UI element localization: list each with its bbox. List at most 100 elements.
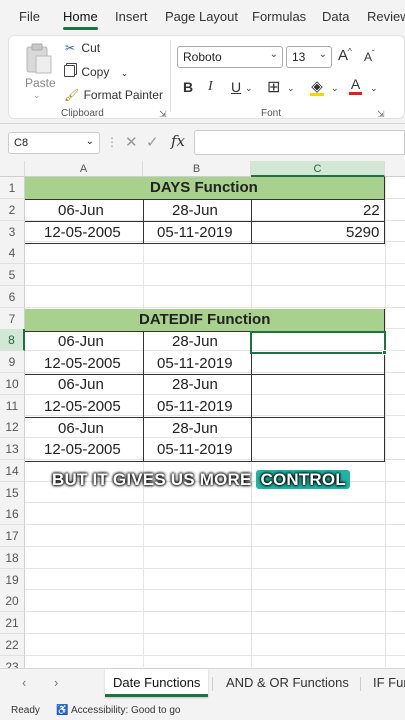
- cell-b13[interactable]: 05-11-2019: [157, 441, 233, 458]
- cell-b2[interactable]: 28-Jun: [172, 202, 218, 219]
- cell-a10[interactable]: 06-Jun: [58, 376, 104, 393]
- grow-font-button[interactable]: A^: [338, 47, 352, 64]
- row-header-3[interactable]: 3: [0, 221, 25, 243]
- sheet-tab-date-functions[interactable]: Date Functions: [105, 669, 209, 697]
- row-header-6[interactable]: 6: [0, 286, 25, 308]
- row-header-19[interactable]: 19: [0, 569, 25, 591]
- column-header-b[interactable]: B: [143, 161, 251, 177]
- prev-sheet-icon[interactable]: ‹: [22, 675, 26, 690]
- active-cell-c8[interactable]: [250, 331, 386, 354]
- more-options-icon[interactable]: ⋮: [106, 135, 118, 149]
- row-header-5[interactable]: 5: [0, 264, 25, 286]
- tab-insert[interactable]: Insert: [115, 9, 148, 24]
- cell-b3[interactable]: 05-11-2019: [157, 224, 233, 241]
- paste-button[interactable]: Paste ⌄: [21, 40, 56, 100]
- copy-chevron-icon[interactable]: ⌄: [121, 68, 129, 78]
- row-header-8[interactable]: 8: [0, 329, 25, 351]
- cell-c3[interactable]: 5290: [346, 224, 379, 241]
- sheet-tab-and-or-functions[interactable]: AND & OR Functions: [226, 669, 349, 697]
- row-header-13[interactable]: 13: [0, 438, 25, 460]
- formula-input[interactable]: [194, 130, 405, 155]
- cancel-icon[interactable]: ✕: [125, 133, 138, 151]
- gridline: [25, 633, 405, 634]
- tab-formulas[interactable]: Formulas: [252, 9, 306, 24]
- row-header-1[interactable]: 1: [0, 177, 25, 199]
- row-header-7[interactable]: 7: [0, 308, 25, 330]
- shrink-font-button[interactable]: Aˇ: [364, 49, 375, 64]
- tab-data[interactable]: Data: [322, 9, 349, 24]
- row-header-2[interactable]: 2: [0, 199, 25, 221]
- name-box[interactable]: C8 ⌄: [8, 132, 100, 154]
- row-header-12[interactable]: 12: [0, 416, 25, 438]
- shrink-font-icon: A: [364, 50, 373, 64]
- row-header-15[interactable]: 15: [0, 482, 25, 504]
- cell-b10[interactable]: 28-Jun: [172, 376, 218, 393]
- row-header-14[interactable]: 14: [0, 460, 25, 482]
- caption-highlight: CONTROL: [256, 470, 350, 489]
- format-painter-button[interactable]: 🖌 Format Painter: [64, 88, 163, 102]
- tab-file[interactable]: File: [19, 9, 40, 24]
- status-bar: Ready ♿ Accessibility: Good to go: [0, 700, 405, 720]
- next-sheet-icon[interactable]: ›: [54, 675, 58, 690]
- tab-page-layout[interactable]: Page Layout: [165, 9, 238, 24]
- italic-button[interactable]: I: [208, 79, 213, 95]
- font-name-select[interactable]: Roboto ⌄: [177, 46, 283, 68]
- underline-button[interactable]: U: [231, 79, 241, 95]
- fill-handle[interactable]: [382, 350, 387, 355]
- accessibility-icon[interactable]: ♿: [56, 705, 68, 716]
- row-header-21[interactable]: 21: [0, 612, 25, 634]
- underline-chevron-icon[interactable]: ⌄: [245, 83, 253, 94]
- tab-home[interactable]: Home: [63, 9, 98, 24]
- gridline: [385, 177, 386, 667]
- row-header-20[interactable]: 20: [0, 590, 25, 612]
- cell-a9[interactable]: 12-05-2005: [44, 355, 121, 372]
- row-header-4[interactable]: 4: [0, 242, 25, 264]
- select-all-corner[interactable]: [0, 161, 25, 177]
- font-launcher-icon[interactable]: ⇲: [377, 109, 385, 120]
- cell-b11[interactable]: 05-11-2019: [157, 398, 233, 415]
- cell-a11[interactable]: 12-05-2005: [44, 398, 121, 415]
- copy-button[interactable]: Copy ⌄: [64, 65, 128, 79]
- gridline: [25, 415, 405, 416]
- borders-chevron-icon[interactable]: ⌄: [287, 83, 295, 94]
- row-header-10[interactable]: 10: [0, 373, 25, 395]
- font-color-button[interactable]: A: [349, 76, 362, 95]
- cell-a8[interactable]: 06-Jun: [58, 333, 104, 350]
- tab-review[interactable]: Review: [367, 9, 405, 24]
- clipboard-launcher-icon[interactable]: ⇲: [159, 109, 167, 120]
- status-ready: Ready: [11, 705, 40, 716]
- cell-b9[interactable]: 05-11-2019: [157, 355, 233, 372]
- days-table-border-right: [384, 177, 385, 243]
- accessibility-status[interactable]: Accessibility: Good to go: [71, 705, 181, 716]
- borders-icon[interactable]: ⊞: [267, 77, 280, 97]
- font-color-chevron-icon[interactable]: ⌄: [370, 83, 378, 94]
- column-header-c[interactable]: C: [251, 161, 385, 177]
- active-tab-indicator: [63, 27, 98, 30]
- cut-button[interactable]: ✂ Cut: [65, 41, 100, 55]
- column-header-a[interactable]: A: [25, 161, 143, 177]
- enter-icon[interactable]: ✓: [146, 133, 159, 151]
- row-header-17[interactable]: 17: [0, 525, 25, 547]
- row-header-22[interactable]: 22: [0, 634, 25, 656]
- cell-b12[interactable]: 28-Jun: [172, 420, 218, 437]
- fill-color-chevron-icon[interactable]: ⌄: [331, 83, 339, 94]
- row-header-9[interactable]: 9: [0, 351, 25, 373]
- cell-a3[interactable]: 12-05-2005: [44, 224, 121, 241]
- datedif-table-border-v1: [143, 331, 144, 461]
- cell-a2[interactable]: 06-Jun: [58, 202, 104, 219]
- row-header-11[interactable]: 11: [0, 395, 25, 417]
- cell-a12[interactable]: 06-Jun: [58, 420, 104, 437]
- bold-button[interactable]: B: [183, 79, 193, 95]
- sheet-tab-if-functions[interactable]: IF Fun: [373, 669, 405, 697]
- insert-function-icon[interactable]: fx: [171, 132, 185, 150]
- column-header-d[interactable]: [385, 161, 405, 177]
- cell-a13[interactable]: 12-05-2005: [44, 441, 121, 458]
- font-size-select[interactable]: 13 ⌄: [286, 46, 332, 68]
- cell-c2[interactable]: 22: [363, 202, 380, 219]
- row-header-18[interactable]: 18: [0, 547, 25, 569]
- row-header-16[interactable]: 16: [0, 503, 25, 525]
- paste-chevron-icon[interactable]: ⌄: [33, 90, 41, 101]
- font-size-value: 13: [292, 50, 306, 64]
- cell-b8[interactable]: 28-Jun: [172, 333, 218, 350]
- fill-color-icon[interactable]: ◈: [310, 77, 324, 96]
